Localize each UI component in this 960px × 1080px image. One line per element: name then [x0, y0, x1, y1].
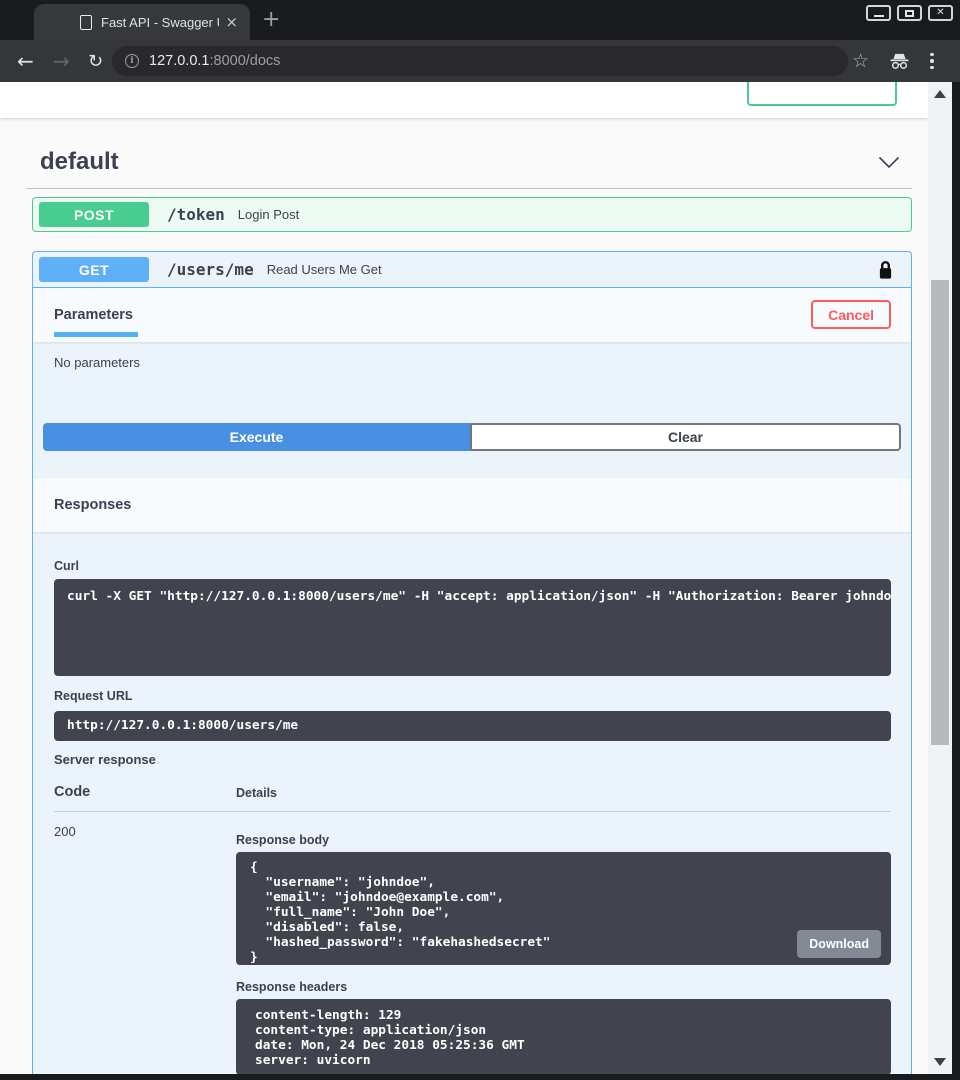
url-host: 127.0.0.1 [149, 53, 209, 69]
forward-icon: → [53, 40, 70, 82]
server-response-label: Server response [54, 752, 891, 767]
tag-section-header[interactable]: default [26, 148, 912, 189]
swagger-ui: default POST /token Login Post GET /user… [0, 148, 928, 1074]
reload-icon[interactable]: ↻ [88, 40, 103, 82]
auth-lock-icon[interactable] [878, 260, 893, 280]
authorize-button[interactable] [747, 82, 897, 106]
scheme-container [0, 82, 928, 118]
parameters-tab[interactable]: Parameters [54, 307, 133, 323]
status-code: 200 [54, 824, 236, 1074]
response-table-header: Code Details [54, 784, 891, 812]
page-content: default POST /token Login Post GET /user… [0, 82, 928, 1074]
curl-command[interactable]: curl -X GET "http://127.0.0.1:8000/users… [54, 579, 891, 676]
response-row-200: 200 Response body { "username": "johndoe… [54, 824, 891, 1074]
chevron-down-icon[interactable] [878, 156, 900, 169]
site-info-icon[interactable]: i [125, 54, 139, 68]
post-summary: Login Post [238, 207, 299, 222]
opblock-post-token[interactable]: POST /token Login Post [32, 197, 912, 232]
response-headers-code[interactable]: content-length: 129 content-type: applic… [236, 999, 891, 1074]
cancel-button[interactable]: Cancel [811, 300, 891, 329]
tag-title: default [40, 148, 119, 176]
page-scrollbar[interactable] [928, 82, 952, 1074]
get-summary-row[interactable]: GET /users/me Read Users Me Get [33, 252, 911, 288]
tab-close-icon[interactable]: × [225, 13, 238, 31]
browser-toolbar: ← → ↻ i 127.0.0.1:8000/docs ☆ [0, 40, 960, 82]
response-body-label: Response body [236, 833, 891, 847]
window-controls: ✕ [866, 5, 953, 21]
browser-tab[interactable]: Fast API - Swagger UI × [34, 4, 250, 40]
code-column-header: Code [54, 784, 236, 800]
bookmark-star-icon[interactable]: ☆ [852, 40, 869, 82]
minimize-button[interactable] [866, 5, 891, 21]
responses-title: Responses [54, 497, 131, 513]
minimize-icon [874, 15, 884, 17]
response-body-code[interactable]: { "username": "johndoe", "email": "johnd… [236, 852, 891, 965]
execute-wrapper: Execute Clear [43, 423, 901, 451]
scrollbar-thumb[interactable] [931, 280, 949, 745]
close-button[interactable]: ✕ [928, 5, 953, 21]
parameters-section-header: Parameters Cancel [33, 288, 911, 342]
url-text: 127.0.0.1:8000/docs [149, 53, 280, 69]
response-headers-label: Response headers [236, 980, 891, 994]
clear-button[interactable]: Clear [470, 423, 901, 451]
address-bar[interactable]: i 127.0.0.1:8000/docs [112, 46, 848, 76]
get-summary: Read Users Me Get [267, 262, 382, 277]
download-button[interactable]: Download [797, 930, 881, 958]
get-method-badge: GET [39, 257, 149, 282]
post-path: /token [167, 205, 225, 224]
parameters-tab-underline [54, 332, 138, 337]
no-parameters-text: No parameters [33, 342, 911, 370]
close-icon: ✕ [936, 8, 944, 18]
scroll-down-arrow-icon[interactable] [934, 1058, 946, 1066]
response-details: Response body { "username": "johndoe", "… [236, 824, 891, 1074]
details-column-header: Details [236, 786, 277, 800]
post-method-badge: POST [39, 202, 149, 227]
browser-menu-icon[interactable] [930, 40, 934, 82]
page-favicon-icon [80, 15, 92, 30]
responses-body: Curl curl -X GET "http://127.0.0.1:8000/… [33, 559, 911, 1074]
tab-bar: Fast API - Swagger UI × + ✕ [0, 0, 960, 40]
new-tab-button[interactable]: + [262, 7, 280, 32]
scroll-up-arrow-icon[interactable] [934, 90, 946, 98]
request-url-value[interactable]: http://127.0.0.1:8000/users/me [54, 711, 891, 741]
request-url-label: Request URL [54, 689, 891, 703]
url-path: :8000/docs [209, 53, 280, 69]
curl-label: Curl [54, 559, 891, 573]
execute-button[interactable]: Execute [43, 423, 470, 451]
browser-window: Fast API - Swagger UI × + ✕ ← → ↻ i 127.… [0, 0, 960, 1080]
parameters-body: No parameters Execute Clear [33, 342, 911, 478]
incognito-icon [889, 40, 910, 82]
maximize-icon [905, 10, 914, 17]
responses-section-header: Responses [33, 478, 911, 532]
opblock-get-users-me: GET /users/me Read Users Me Get Paramete… [32, 251, 912, 1074]
maximize-button[interactable] [897, 5, 922, 21]
get-path: /users/me [167, 260, 254, 279]
back-icon[interactable]: ← [17, 40, 34, 82]
tab-title: Fast API - Swagger UI [101, 15, 219, 30]
